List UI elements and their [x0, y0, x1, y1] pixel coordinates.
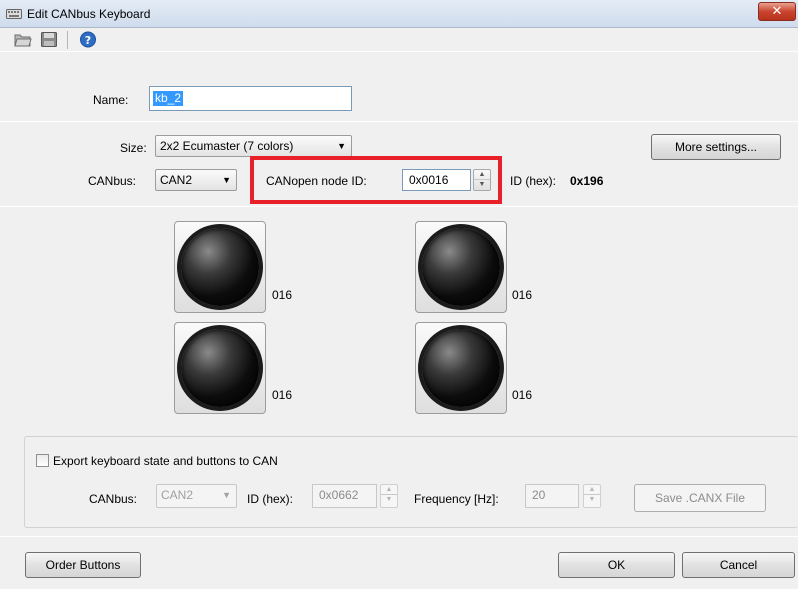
- name-input[interactable]: kb_2: [149, 86, 352, 111]
- canbus-label: CANbus:: [88, 174, 137, 188]
- export-frequency-label: Frequency [Hz]:: [414, 492, 499, 506]
- size-value: 2x2 Ecumaster (7 colors): [160, 139, 294, 153]
- arrow-up-icon[interactable]: ▲: [584, 485, 600, 495]
- export-id-value: 0x0662: [319, 488, 359, 502]
- knob-icon: [181, 228, 259, 306]
- footer-divider: [0, 536, 798, 537]
- export-checkbox[interactable]: [36, 454, 49, 467]
- toolbar-separator: [67, 31, 68, 49]
- open-folder-icon[interactable]: [14, 31, 32, 48]
- highlight-box: [250, 156, 502, 204]
- keyboard-button-4[interactable]: [415, 322, 507, 414]
- section-divider: [0, 121, 798, 122]
- canbus-value: CAN2: [160, 173, 193, 187]
- title-bar: Edit CANbus Keyboard ✕: [0, 0, 798, 28]
- keyboard-button-1[interactable]: [174, 221, 266, 313]
- export-canbus-value: CAN2: [161, 488, 194, 502]
- keyboard-icon: [6, 9, 22, 19]
- export-id-input[interactable]: 0x0662: [312, 484, 377, 508]
- name-value: kb_2: [153, 91, 184, 106]
- arrow-up-icon[interactable]: ▲: [381, 485, 397, 495]
- order-buttons-button[interactable]: Order Buttons: [25, 552, 141, 578]
- close-icon: ✕: [771, 3, 783, 18]
- chevron-down-icon: ▼: [222, 490, 231, 500]
- export-id-label: ID (hex):: [247, 492, 294, 506]
- window-title: Edit CANbus Keyboard: [27, 7, 151, 21]
- export-checkbox-label[interactable]: Export keyboard state and buttons to CAN: [53, 454, 278, 468]
- toolbar: ?: [0, 28, 798, 52]
- key-label: 016: [512, 288, 533, 302]
- more-settings-button[interactable]: More settings...: [651, 134, 781, 160]
- key-label: 016: [272, 388, 293, 402]
- save-canx-button[interactable]: Save .CANX File: [634, 484, 766, 512]
- export-frequency-value: 20: [532, 488, 546, 502]
- key-label: 016: [272, 288, 293, 302]
- canbus-select[interactable]: CAN2 ▼: [155, 169, 237, 191]
- knob-icon: [181, 329, 259, 407]
- save-icon[interactable]: [40, 31, 58, 48]
- chevron-down-icon: ▼: [337, 141, 346, 151]
- id-hex-value: 0x196: [570, 174, 604, 188]
- export-frequency-stepper[interactable]: ▲ ▼: [583, 484, 601, 508]
- name-label: Name:: [93, 93, 129, 107]
- toolbar-divider: [0, 51, 798, 52]
- section-divider: [0, 206, 798, 207]
- help-icon[interactable]: ?: [79, 31, 97, 48]
- cancel-button[interactable]: Cancel: [682, 552, 795, 578]
- keyboard-button-2[interactable]: [415, 221, 507, 313]
- export-id-stepper[interactable]: ▲ ▼: [380, 484, 398, 508]
- export-canbus-label: CANbus:: [89, 492, 138, 506]
- id-hex-label: ID (hex):: [510, 174, 557, 188]
- close-button[interactable]: ✕: [758, 2, 796, 21]
- size-label: Size:: [120, 141, 147, 155]
- knob-icon: [422, 228, 500, 306]
- size-select[interactable]: 2x2 Ecumaster (7 colors) ▼: [155, 135, 352, 157]
- knob-icon: [422, 329, 500, 407]
- export-canbus-select[interactable]: CAN2 ▼: [156, 484, 237, 508]
- chevron-down-icon: ▼: [222, 175, 231, 185]
- ok-button[interactable]: OK: [558, 552, 675, 578]
- arrow-down-icon[interactable]: ▼: [584, 495, 600, 505]
- arrow-down-icon[interactable]: ▼: [381, 495, 397, 505]
- keyboard-button-3[interactable]: [174, 322, 266, 414]
- svg-text:?: ?: [85, 34, 91, 47]
- export-frequency-input[interactable]: 20: [525, 484, 579, 508]
- key-label: 016: [512, 388, 533, 402]
- export-group: [24, 436, 798, 528]
